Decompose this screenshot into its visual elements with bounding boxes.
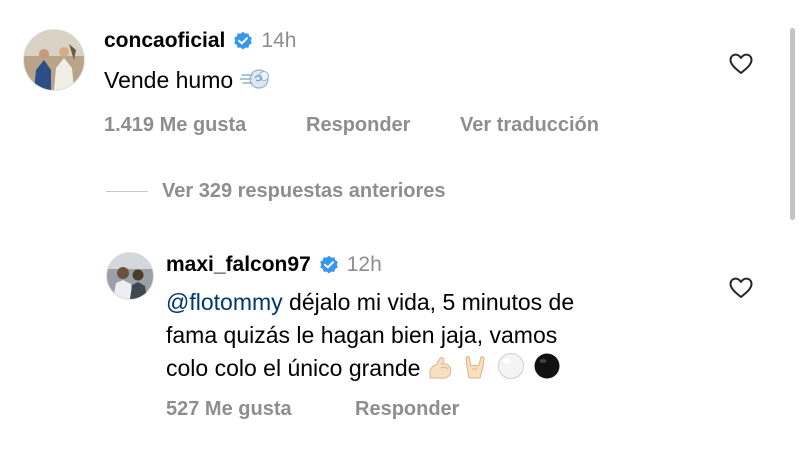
white-circle-icon — [497, 353, 524, 379]
comment-line-2: fama quizás le hagan bien jaja, vamos — [166, 322, 558, 348]
comment-text: Vende humo — [104, 64, 270, 97]
view-previous-replies-button[interactable]: Ver 329 respuestas anteriores — [106, 180, 446, 203]
comment-header: concaoficial 14h — [104, 29, 296, 53]
reply-button[interactable]: Responder — [355, 398, 459, 421]
flexed-biceps-icon — [429, 357, 452, 379]
comment-text: @flotommy déjalo mi vida, 5 minutos de f… — [166, 286, 574, 385]
reply-button[interactable]: Responder — [306, 114, 460, 137]
like-heart-icon[interactable] — [729, 53, 753, 75]
comment-actions: 527 Me gusta Responder — [166, 398, 459, 421]
comment-actions: 1.419 Me gusta Responder Ver traducción — [104, 114, 599, 137]
verified-badge-icon — [319, 255, 338, 274]
dash-icon — [239, 69, 269, 89]
comment-line-1-text: déjalo mi vida, 5 minutos de — [282, 289, 575, 315]
black-circle-icon — [534, 353, 560, 379]
likes-count[interactable]: 1.419 Me gusta — [104, 114, 306, 137]
sign-of-horns-icon — [465, 356, 485, 379]
verified-badge-icon — [234, 31, 253, 50]
mention-link[interactable]: @flotommy — [166, 289, 283, 315]
view-replies-label: Ver 329 respuestas anteriores — [162, 180, 446, 202]
username[interactable]: maxi_falcon97 — [166, 253, 311, 277]
username[interactable]: concaoficial — [104, 29, 225, 53]
like-heart-icon[interactable] — [729, 277, 753, 299]
comment-header: maxi_falcon97 12h — [166, 253, 382, 277]
comment-body: Vende humo — [104, 67, 234, 93]
divider-line — [106, 191, 148, 192]
comment-time: 14h — [261, 29, 297, 52]
comment-line-3: colo colo el único grande — [166, 352, 574, 385]
comments-panel: concaoficial 14h Vende humo 1.419 Me gus… — [0, 0, 800, 459]
avatar-photo — [107, 253, 153, 299]
avatar[interactable] — [23, 29, 85, 91]
scrollbar[interactable] — [790, 28, 795, 220]
likes-count[interactable]: 527 Me gusta — [166, 398, 355, 421]
avatar[interactable] — [106, 252, 154, 300]
comment-time: 12h — [346, 253, 382, 276]
comment-line-1: @flotommy déjalo mi vida, 5 minutos de — [166, 286, 574, 319]
comment-line-3-text: colo colo el único grande — [166, 355, 421, 381]
avatar-photo — [24, 30, 84, 90]
see-translation-button[interactable]: Ver traducción — [460, 114, 599, 137]
